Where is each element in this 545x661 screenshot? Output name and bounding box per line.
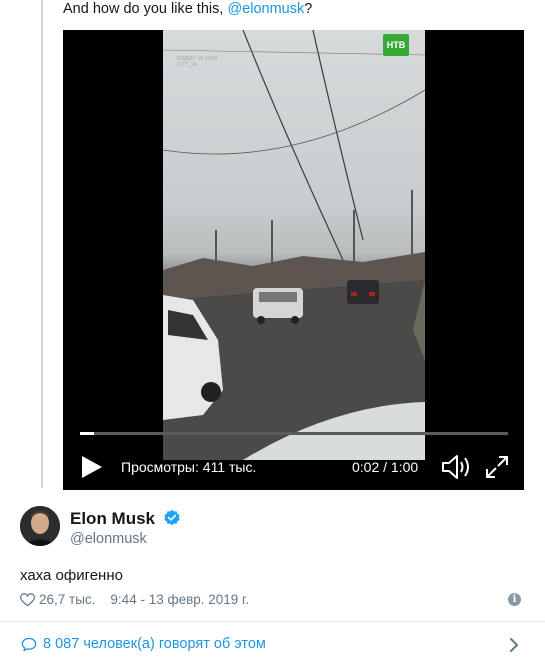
conversation-link[interactable]: 8 087 человек(а) говорят об этом	[21, 636, 266, 652]
tweet-text: хаха офигенно	[20, 567, 123, 584]
timestamp[interactable]: 9:44 - 13 февр. 2019 г.	[110, 592, 249, 607]
reply-bubble-icon	[21, 637, 37, 651]
quote-text-after: ?	[304, 1, 313, 17]
info-icon[interactable]: i	[508, 593, 521, 606]
fullscreen-icon[interactable]	[484, 454, 510, 480]
progress-fill	[80, 432, 95, 435]
mention-link[interactable]: @elonmusk	[227, 1, 304, 17]
verified-badge-icon	[164, 509, 180, 526]
watermark-line2: CITY_24	[177, 62, 197, 68]
chevron-right-icon[interactable]	[508, 637, 520, 653]
channel-logo: НТВ	[383, 34, 409, 56]
volume-icon[interactable]	[441, 454, 471, 480]
author-handle[interactable]: @elonmusk	[70, 531, 147, 547]
heart-icon[interactable]	[20, 592, 35, 607]
video-watermark: ВИДЕО: VK.COM CITY_24	[177, 56, 217, 68]
play-icon[interactable]	[81, 455, 103, 479]
divider	[0, 621, 545, 622]
conversation-label: 8 087 человек(а) говорят об этом	[43, 636, 266, 652]
progress-bar[interactable]	[80, 432, 508, 435]
like-count: 26,7 тыс.	[39, 592, 96, 607]
avatar-image	[20, 506, 60, 546]
thread-line	[41, 0, 43, 488]
video-frame[interactable]: НТВ ВИДЕО: VK.COM CITY_24	[163, 30, 425, 460]
video-player[interactable]: НТВ ВИДЕО: VK.COM CITY_24 Просмотры: 411…	[63, 30, 524, 490]
tweet-meta: 26,7 тыс. 9:44 - 13 февр. 2019 г.	[20, 592, 249, 607]
author-name[interactable]: Elon Musk	[70, 509, 155, 529]
views-count: Просмотры: 411 тыс.	[121, 459, 257, 475]
avatar[interactable]	[20, 506, 60, 546]
video-scene	[163, 30, 425, 460]
time-display: 0:02 / 1:00	[352, 459, 419, 475]
quote-text-before: And how do you like this,	[63, 1, 228, 17]
quoted-tweet-text: And how do you like this, @elonmusk?	[63, 0, 312, 18]
